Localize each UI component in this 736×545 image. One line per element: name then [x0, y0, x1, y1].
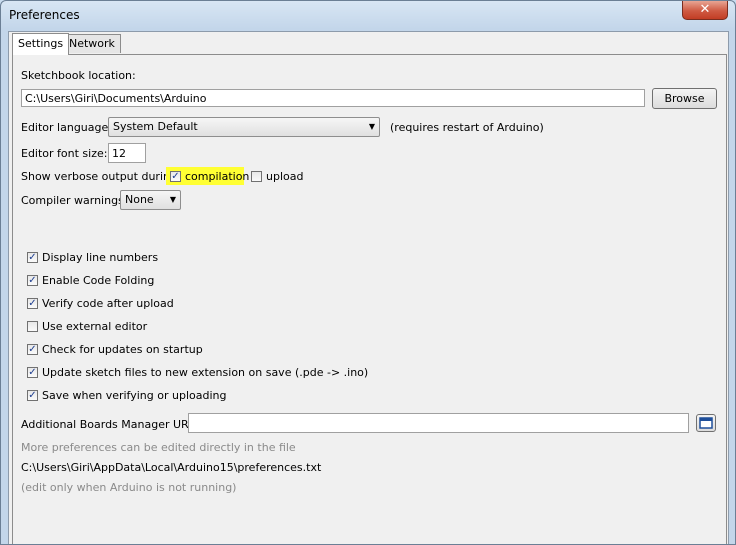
preferences-window: Preferences ✕ Settings Network Sketchboo…: [0, 0, 736, 545]
tab-network[interactable]: Network: [63, 34, 121, 53]
chevron-down-icon: ▼: [368, 122, 375, 131]
editor-language-value: System Default: [113, 120, 198, 133]
update-extension-label: Update sketch files to new extension on …: [42, 366, 369, 379]
update-extension-checkbox[interactable]: ✓: [27, 367, 38, 378]
display-line-numbers-label: Display line numbers: [42, 251, 159, 264]
sketchbook-location-label: Sketchbook location:: [21, 69, 136, 82]
tab-settings[interactable]: Settings: [12, 33, 70, 55]
verbose-compilation-checkbox[interactable]: ✓: [170, 171, 181, 182]
window-list-icon: [699, 417, 713, 429]
verify-after-upload-label: Verify code after upload: [42, 297, 174, 310]
enable-code-folding-checkbox[interactable]: ✓: [27, 275, 38, 286]
compiler-warnings-label: Compiler warnings:: [21, 194, 128, 207]
edit-urls-button[interactable]: [696, 414, 716, 432]
close-button[interactable]: ✕: [682, 1, 728, 20]
use-external-editor-checkbox[interactable]: [27, 321, 38, 332]
check-updates-checkbox[interactable]: ✓: [27, 344, 38, 355]
title-bar[interactable]: Preferences ✕: [1, 1, 735, 31]
settings-panel: Sketchbook location: C:\Users\Giri\Docum…: [12, 54, 727, 544]
verbose-compilation-label: compilation: [185, 170, 250, 183]
preferences-file-path: C:\Users\Giri\AppData\Local\Arduino15\pr…: [21, 461, 322, 474]
chevron-down-icon: ▼: [169, 195, 176, 204]
verbose-output-label: Show verbose output during:: [21, 170, 181, 183]
boards-manager-urls-input[interactable]: [188, 413, 689, 433]
verbose-upload-label: upload: [266, 170, 304, 183]
verbose-upload-checkbox[interactable]: [251, 171, 262, 182]
browse-button[interactable]: Browse: [652, 88, 717, 109]
verify-after-upload-checkbox[interactable]: ✓: [27, 298, 38, 309]
language-restart-note: (requires restart of Arduino): [390, 121, 544, 134]
editor-font-size-label: Editor font size:: [21, 147, 108, 160]
check-updates-label: Check for updates on startup: [42, 343, 203, 356]
display-line-numbers-checkbox[interactable]: ✓: [27, 252, 38, 263]
enable-code-folding-label: Enable Code Folding: [42, 274, 155, 287]
editor-language-select[interactable]: System Default ▼: [108, 117, 380, 137]
use-external-editor-label: Use external editor: [42, 320, 148, 333]
dialog-client-area: Settings Network Sketchbook location: C:…: [8, 31, 729, 544]
more-preferences-note: More preferences can be edited directly …: [21, 441, 296, 454]
compiler-warnings-select[interactable]: None ▼: [120, 190, 181, 210]
edit-warning-note: (edit only when Arduino is not running): [21, 481, 237, 494]
compiler-warnings-value: None: [125, 193, 154, 206]
boards-manager-urls-label: Additional Boards Manager URLs:: [21, 418, 205, 431]
editor-font-size-input[interactable]: 12: [108, 143, 146, 163]
editor-language-label: Editor language:: [21, 121, 112, 134]
save-when-verifying-label: Save when verifying or uploading: [42, 389, 227, 402]
sketchbook-location-input[interactable]: C:\Users\Giri\Documents\Arduino: [21, 89, 645, 107]
save-when-verifying-checkbox[interactable]: ✓: [27, 390, 38, 401]
window-title: Preferences: [9, 8, 80, 22]
